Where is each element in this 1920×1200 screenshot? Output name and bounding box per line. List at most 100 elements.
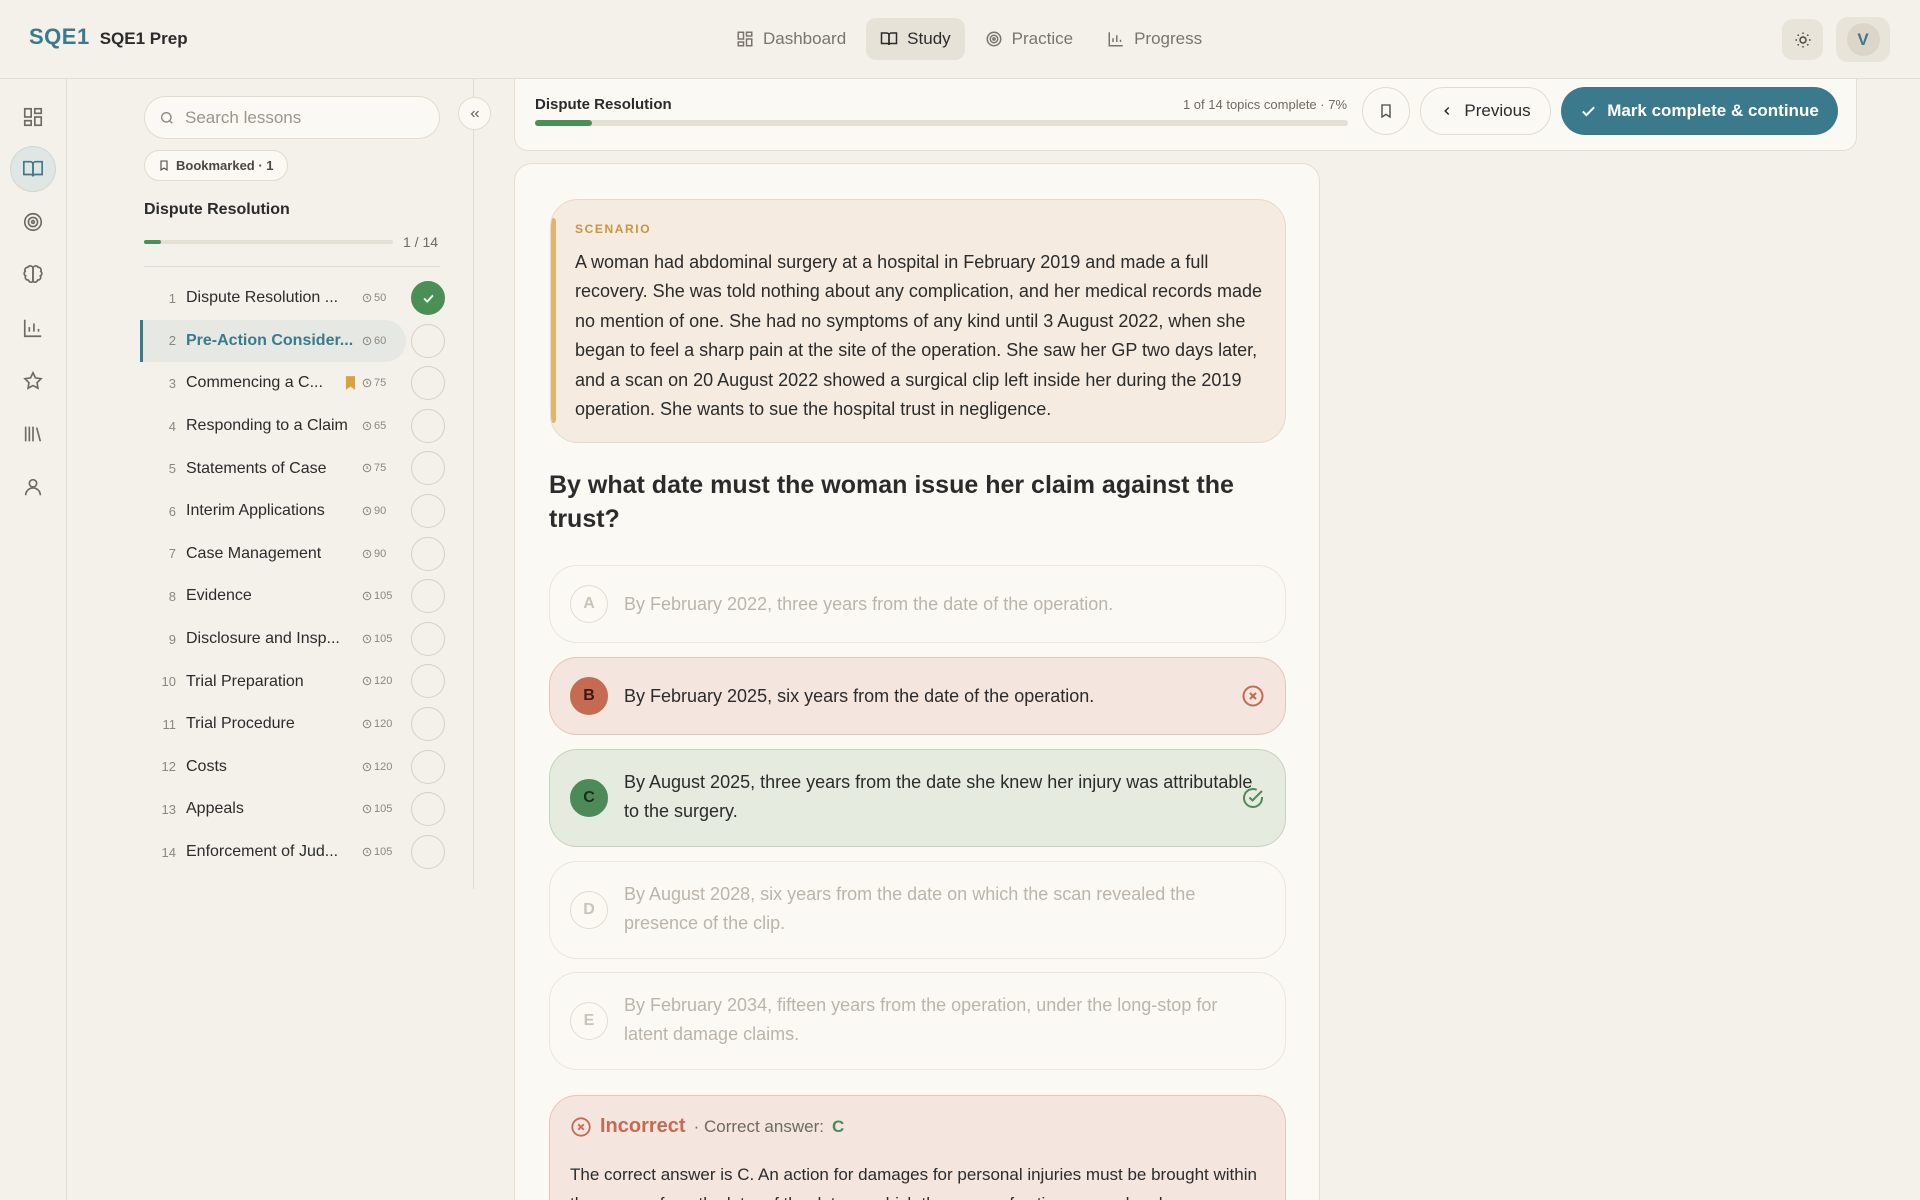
theme-toggle-button[interactable] <box>1782 19 1823 60</box>
lesson-duration: 105 <box>362 803 392 815</box>
clock-icon <box>362 506 372 516</box>
lesson-item[interactable]: 11 Trial Procedure 120 <box>140 703 445 746</box>
sidebar-divider <box>473 79 474 889</box>
nav-practice[interactable]: Practice <box>971 18 1087 60</box>
feedback-correct-label: · Correct answer: <box>693 1116 824 1136</box>
rail-library[interactable] <box>10 411 56 457</box>
lesson-item[interactable]: 5 Statements of Case 75 <box>140 447 445 490</box>
lesson-status-toggle[interactable] <box>411 323 445 358</box>
bookmarked-chip-label: Bookmarked · 1 <box>176 158 274 173</box>
nav-study[interactable]: Study <box>866 18 965 60</box>
mark-complete-button[interactable]: Mark complete & continue <box>1561 87 1838 135</box>
option-letter: C <box>570 779 608 817</box>
topic-title: Dispute Resolution <box>535 96 672 113</box>
bookmarked-filter-chip[interactable]: Bookmarked · 1 <box>144 150 288 181</box>
lesson-status-toggle[interactable] <box>411 451 445 486</box>
previous-button[interactable]: Previous <box>1420 87 1551 135</box>
lesson-status-toggle[interactable] <box>411 834 445 869</box>
target-icon <box>986 31 1002 47</box>
brain-icon <box>23 265 43 283</box>
rail-dashboard[interactable] <box>10 94 56 140</box>
library-icon <box>24 426 42 442</box>
nav-progress[interactable]: Progress <box>1093 18 1216 60</box>
lesson-duration-value: 65 <box>374 419 387 432</box>
option-text: By February 2022, three years from the d… <box>624 594 1114 614</box>
bookmark-flag-icon <box>345 376 356 391</box>
section-divider <box>144 266 440 267</box>
incorrect-icon <box>571 1116 591 1137</box>
rail-progress[interactable] <box>10 305 56 351</box>
lesson-duration: 75 <box>362 462 386 474</box>
scenario-text: A woman had abdominal surgery at a hospi… <box>575 252 1263 420</box>
lesson-status-toggle[interactable] <box>411 536 445 571</box>
lesson-number: 3 <box>168 375 176 391</box>
brand-logo: SQE1 <box>29 24 90 49</box>
lesson-status-toggle[interactable] <box>411 749 445 784</box>
clock-icon <box>362 464 372 473</box>
lesson-item[interactable]: 9 Disclosure and Insp... 105 <box>140 618 445 661</box>
question-card: SCENARIO A woman had abdominal surgery a… <box>514 163 1320 1200</box>
rail-flashcards[interactable] <box>10 252 56 298</box>
lesson-duration-value: 90 <box>374 504 387 517</box>
lesson-status-toggle[interactable] <box>411 792 445 827</box>
user-menu-button[interactable]: V <box>1836 17 1890 62</box>
brand[interactable]: SQE1 SQE1 Prep <box>29 24 188 50</box>
answer-option-e[interactable]: E By February 2034, fifteen years from t… <box>549 972 1286 1070</box>
lesson-item[interactable]: 13 Appeals 105 <box>140 788 445 831</box>
lesson-status-toggle[interactable] <box>411 366 445 401</box>
lesson-item[interactable]: 8 Evidence 105 <box>140 575 445 618</box>
lesson-duration-value: 105 <box>374 845 393 858</box>
lesson-item[interactable]: 7 Case Management 90 <box>140 533 445 576</box>
lesson-status-toggle[interactable] <box>411 621 445 656</box>
lesson-item[interactable]: 2 Pre-Action Consider... 60 <box>140 319 445 363</box>
lesson-item[interactable]: 12 Costs 120 <box>140 746 445 789</box>
lesson-item[interactable]: 1 Dispute Resolution ... 50 <box>140 277 445 320</box>
rail-favourites[interactable] <box>10 358 56 404</box>
section-count: 1 / 14 <box>403 234 439 250</box>
feedback-explanation: The correct answer is C. An action for d… <box>570 1165 1257 1200</box>
lesson-item[interactable]: 10 Trial Preparation 120 <box>140 660 445 703</box>
lesson-number: 8 <box>168 588 176 604</box>
lesson-title: Interim Applications <box>186 502 325 520</box>
lesson-status-toggle[interactable] <box>411 664 445 699</box>
star-icon <box>23 370 43 390</box>
search-input[interactable] <box>185 107 415 128</box>
lesson-status-toggle[interactable] <box>411 579 445 614</box>
rail-study[interactable] <box>10 146 56 192</box>
rail-practice[interactable] <box>10 199 56 245</box>
answer-option-c[interactable]: C By August 2025, three years from the d… <box>549 749 1286 847</box>
lesson-number: 14 <box>161 844 176 860</box>
lesson-item[interactable]: 3 Commencing a C... 75 <box>140 362 445 405</box>
lesson-item[interactable]: 4 Responding to a Claim 65 <box>140 405 445 448</box>
avatar: V <box>1846 23 1880 56</box>
incorrect-icon <box>1242 685 1264 707</box>
lesson-search[interactable] <box>144 96 440 139</box>
lesson-title: Pre-Action Consider... <box>186 331 354 349</box>
answer-option-d[interactable]: D By August 2028, six years from the dat… <box>549 861 1286 959</box>
lesson-title: Trial Preparation <box>186 672 304 690</box>
lesson-duration-value: 105 <box>374 803 393 816</box>
lesson-status-toggle[interactable] <box>411 281 445 315</box>
lesson-number: 9 <box>168 631 176 647</box>
user-icon <box>24 478 42 496</box>
chart-icon <box>23 319 42 338</box>
section-progress-fill <box>144 240 162 244</box>
lesson-status-toggle[interactable] <box>411 408 445 443</box>
topic-progress-text: 1 of 14 topics complete · 7% <box>1182 97 1347 112</box>
nav-progress-label: Progress <box>1134 29 1203 48</box>
answer-option-a[interactable]: A By February 2022, three years from the… <box>549 565 1286 643</box>
lesson-duration: 90 <box>362 505 386 517</box>
bookmark-button[interactable] <box>1362 87 1410 135</box>
lesson-title: Evidence <box>186 587 252 605</box>
lesson-item[interactable]: 14 Enforcement of Jud... 105 <box>140 831 445 874</box>
lesson-status-toggle[interactable] <box>411 706 445 741</box>
lesson-status-toggle[interactable] <box>411 493 445 528</box>
lesson-title: Commencing a C... <box>186 374 323 392</box>
rail-profile[interactable] <box>10 464 56 510</box>
lesson-item[interactable]: 6 Interim Applications 90 <box>140 490 445 533</box>
answer-option-b[interactable]: B By February 2025, six years from the d… <box>549 657 1286 735</box>
lesson-duration: 120 <box>362 718 392 730</box>
previous-label: Previous <box>1464 101 1531 120</box>
nav-dashboard[interactable]: Dashboard <box>722 18 860 60</box>
collapse-sidebar-button[interactable] <box>458 97 491 130</box>
